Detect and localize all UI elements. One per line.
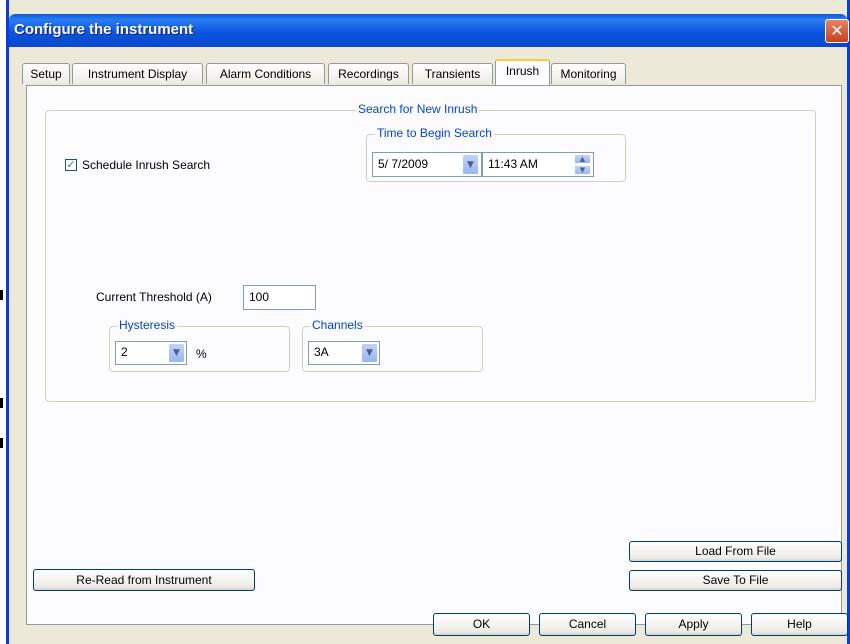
save-to-file-button[interactable]: Save To File	[629, 570, 842, 591]
cancel-button[interactable]: Cancel	[539, 613, 636, 636]
schedule-inrush-checkbox[interactable]: ✓	[65, 159, 77, 171]
re-read-from-instrument-button[interactable]: Re-Read from Instrument	[33, 569, 255, 591]
schedule-inrush-label: Schedule Inrush Search	[82, 158, 211, 172]
time-value: 11:43 AM	[488, 157, 538, 171]
channels-group-label: Channels	[310, 318, 365, 332]
current-threshold-label: Current Threshold (A)	[96, 290, 212, 304]
time-spin-up-icon[interactable]: ▲	[574, 154, 591, 164]
background-mark	[0, 438, 3, 448]
load-from-file-button[interactable]: Load From File	[629, 541, 842, 562]
search-inrush-group-label: Search for New Inrush	[356, 102, 480, 116]
title-bar[interactable]: Configure the instrument ✕	[9, 14, 849, 47]
hysteresis-chevron-down-icon[interactable]: ▼	[168, 343, 185, 363]
tab-setup[interactable]: Setup	[22, 63, 70, 84]
help-button[interactable]: Help	[751, 613, 848, 636]
ok-button[interactable]: OK	[433, 613, 530, 636]
tab-instrument-display[interactable]: Instrument Display	[72, 63, 203, 84]
background-mark	[0, 290, 3, 300]
tab-recordings[interactable]: Recordings	[328, 63, 409, 84]
hysteresis-group-label: Hysteresis	[117, 318, 178, 332]
window-title: Configure the instrument	[14, 21, 194, 38]
hysteresis-unit: %	[196, 347, 207, 361]
background-mark	[0, 398, 3, 408]
current-threshold-input[interactable]: 100	[243, 285, 316, 310]
channels-chevron-down-icon[interactable]: ▼	[361, 343, 378, 363]
inrush-panel: Search for New Inrush ✓ Schedule Inrush …	[26, 85, 842, 625]
tab-transients[interactable]: Transients	[412, 63, 493, 84]
tab-monitoring[interactable]: Monitoring	[551, 63, 626, 84]
time-to-begin-group-label: Time to Begin Search	[375, 126, 494, 140]
dialog-window: Configure the instrument ✕ Setup Instrum…	[6, 0, 850, 644]
time-spin-down-icon[interactable]: ▼	[574, 165, 591, 175]
apply-button[interactable]: Apply	[645, 613, 742, 636]
close-icon[interactable]: ✕	[825, 19, 849, 43]
tab-inrush[interactable]: Inrush	[495, 59, 550, 85]
tab-alarm-conditions[interactable]: Alarm Conditions	[206, 63, 325, 84]
date-dropdown-chevron-down-icon[interactable]: ▼	[462, 154, 479, 175]
date-value: 5/ 7/2009	[378, 157, 429, 171]
hysteresis-value: 2	[121, 345, 128, 359]
channels-value: 3A	[314, 345, 329, 359]
